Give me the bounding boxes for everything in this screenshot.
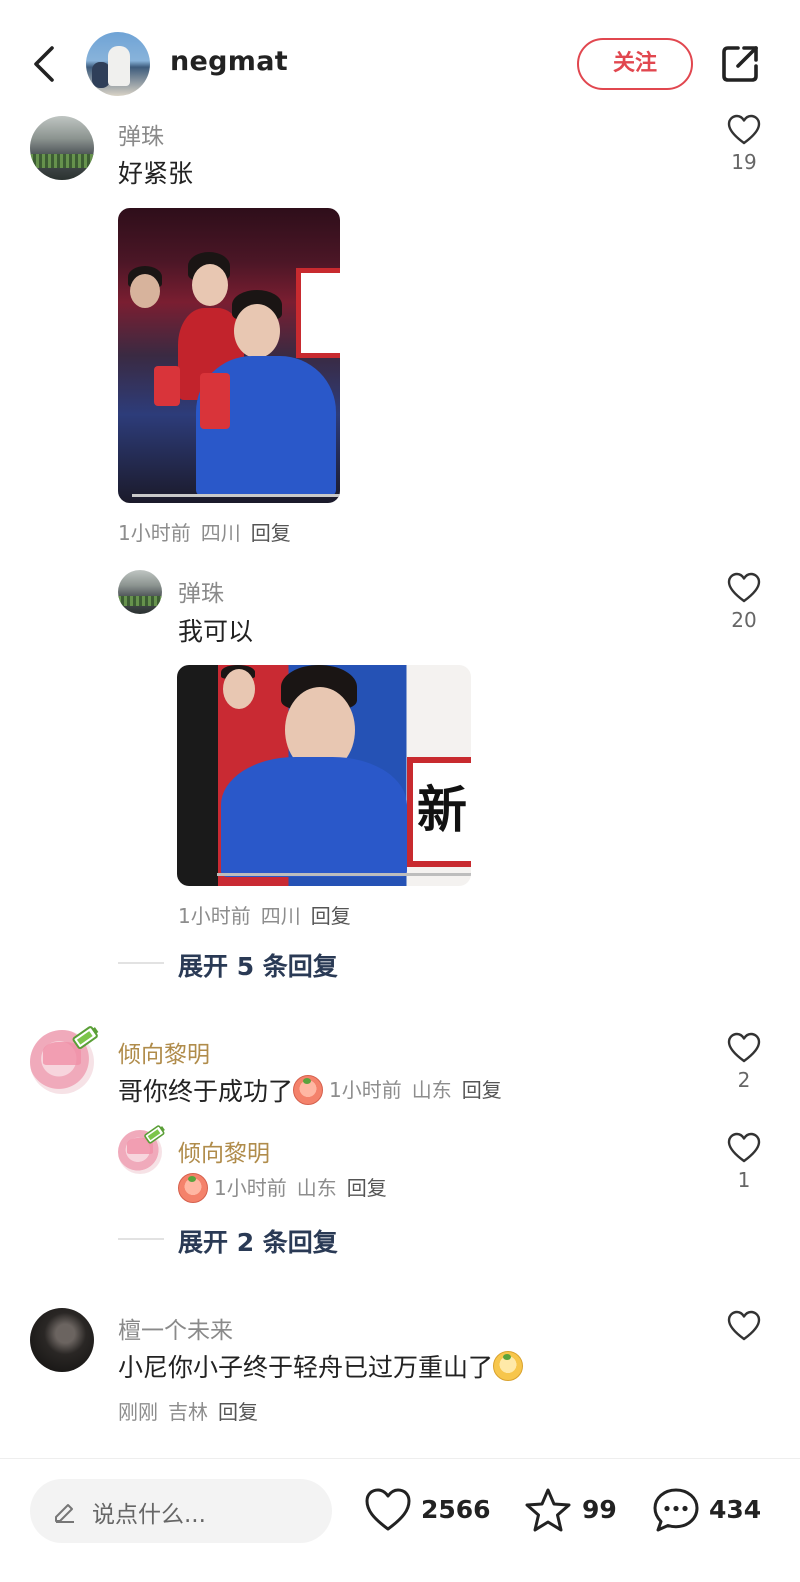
- comment-meta: 1小时前 四川 回复: [118, 517, 291, 546]
- comment-text[interactable]: 小尼你小子终于轻舟已过万重山了: [118, 1353, 493, 1382]
- reply-button[interactable]: 回复: [311, 904, 351, 928]
- star-icon: [525, 1488, 571, 1532]
- comment-row: 小尼你小子终于轻舟已过万重山了: [118, 1348, 524, 1384]
- divider: [118, 962, 164, 964]
- comment-meta: 刚刚 吉林 回复: [118, 1396, 258, 1425]
- comment-time: 1小时前: [329, 1078, 402, 1102]
- reply-location: 山东: [296, 1176, 337, 1200]
- reply-time: 1小时前: [214, 1176, 287, 1200]
- like-button[interactable]: 19: [724, 114, 764, 174]
- comment-location: 四川: [200, 521, 241, 545]
- follow-button[interactable]: 关注: [577, 38, 693, 90]
- avatar[interactable]: [30, 1308, 94, 1372]
- share-icon[interactable]: [718, 42, 762, 86]
- like-button[interactable]: 20: [724, 572, 764, 632]
- expand-replies-button[interactable]: 展开 5 条回复: [178, 947, 338, 983]
- avatar[interactable]: [30, 116, 94, 180]
- heart-icon: [727, 1032, 761, 1063]
- emoji-icon: [293, 1075, 324, 1105]
- heart-icon: [727, 114, 761, 145]
- author-avatar[interactable]: [86, 32, 150, 96]
- comment-meta: 1小时前 山东 回复: [329, 1078, 502, 1102]
- like-count: 20: [731, 608, 757, 632]
- heart-icon: [727, 572, 761, 603]
- reply-username[interactable]: 倾向黎明: [178, 1134, 270, 1168]
- reply-location: 四川: [260, 904, 301, 928]
- reply-meta: 1小时前 山东 回复: [214, 1176, 387, 1200]
- reply-button[interactable]: 回复: [462, 1078, 502, 1102]
- avatar[interactable]: [118, 570, 162, 614]
- comment-count: 434: [709, 1495, 762, 1524]
- top-bar: negmat 关注: [0, 0, 800, 118]
- heart-icon: [727, 1132, 761, 1163]
- back-arrow-icon[interactable]: [30, 44, 60, 84]
- like-button[interactable]: 2: [724, 1032, 764, 1092]
- pen-icon: [55, 1504, 74, 1523]
- comment-username[interactable]: 檀一个未来: [118, 1311, 233, 1345]
- reply-button[interactable]: 回复: [347, 1176, 387, 1200]
- like-button[interactable]: 1: [724, 1132, 764, 1192]
- like-count: 19: [731, 150, 757, 174]
- heart-icon: [727, 1310, 761, 1341]
- comment-text[interactable]: 哥你终于成功了: [118, 1077, 293, 1106]
- comment-location: 吉林: [168, 1400, 208, 1424]
- reply-image[interactable]: 新: [177, 665, 471, 886]
- emoji-icon: [178, 1173, 208, 1203]
- like-count: 1: [737, 1168, 751, 1192]
- author-name[interactable]: negmat: [170, 46, 288, 77]
- like-button[interactable]: [724, 1310, 764, 1342]
- reply-button[interactable]: 回复: [218, 1400, 258, 1424]
- reply-time: 1小时前: [178, 904, 251, 928]
- comment-location: 山东: [411, 1078, 452, 1102]
- emoji-icon: [493, 1351, 524, 1381]
- reply-row: 1小时前 山东 回复: [178, 1172, 387, 1204]
- divider: [118, 1238, 164, 1240]
- reply-text[interactable]: 我可以: [178, 612, 253, 648]
- bottom-action-bar: 说点什么... 2566 99 434: [0, 1458, 800, 1582]
- battery-badge-icon: [144, 1125, 165, 1144]
- reply-meta: 1小时前 四川 回复: [178, 900, 351, 929]
- comment-bubble-icon: [653, 1488, 699, 1532]
- comment-input[interactable]: 说点什么...: [30, 1479, 332, 1543]
- battery-badge-icon: [72, 1026, 99, 1050]
- sign-text: 新: [407, 757, 471, 867]
- reply-button[interactable]: 回复: [251, 521, 291, 545]
- heart-icon: [365, 1488, 411, 1531]
- like-count: 2566: [421, 1495, 491, 1524]
- comment-text[interactable]: 好紧张: [118, 154, 193, 190]
- comment-time: 1小时前: [118, 521, 191, 545]
- comment-input-placeholder: 说点什么...: [92, 1502, 206, 1528]
- comment-row: 哥你终于成功了 1小时前 山东 回复: [118, 1072, 502, 1108]
- comment-image[interactable]: [118, 208, 340, 503]
- reply-username[interactable]: 弹珠: [178, 574, 224, 608]
- comment-time: 刚刚: [118, 1400, 158, 1424]
- collect-count: 99: [582, 1495, 617, 1524]
- like-count: 2: [737, 1068, 751, 1092]
- comment-username[interactable]: 弹珠: [118, 117, 164, 151]
- expand-replies-button[interactable]: 展开 2 条回复: [178, 1223, 338, 1259]
- comment-username[interactable]: 倾向黎明: [118, 1035, 210, 1069]
